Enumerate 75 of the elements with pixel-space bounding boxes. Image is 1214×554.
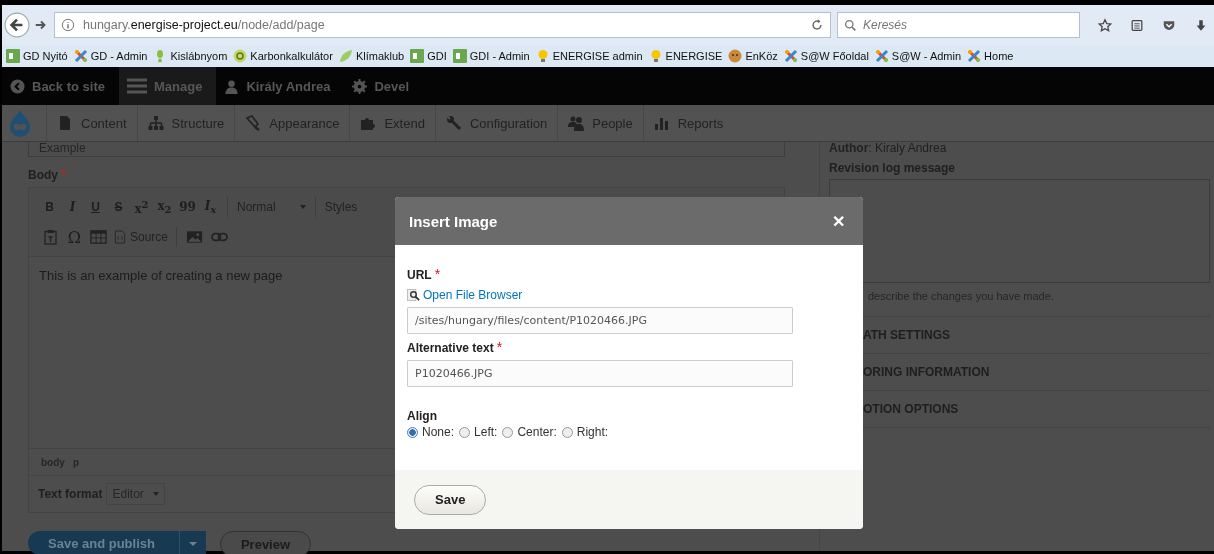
required-mark: * [61, 168, 67, 180]
star-icon[interactable] [1098, 16, 1112, 34]
close-button[interactable]: ✕ [832, 211, 845, 231]
bookmark-link[interactable]: GDI [410, 49, 447, 63]
field-label: URL [407, 268, 432, 282]
bookmark-link[interactable]: GD Nyitó [6, 49, 68, 63]
lightbulb-icon [648, 49, 663, 63]
table-icon[interactable] [90, 229, 107, 245]
code-file-icon [114, 230, 126, 244]
bookmark-link[interactable]: EnKöz [728, 49, 778, 63]
back-icon[interactable] [4, 12, 30, 38]
image-icon[interactable] [186, 229, 204, 245]
save-button[interactable]: Save [414, 484, 487, 515]
menu-icon [127, 78, 147, 94]
bookmark-link[interactable]: S@W Főoldal [783, 49, 869, 63]
bookmark-link[interactable]: S@W - Admin [874, 49, 962, 63]
circle-logo-icon [233, 49, 248, 63]
required-mark: * [434, 268, 441, 280]
bar-chart-icon [653, 115, 670, 131]
bookmark-link[interactable]: Kislábnyom [153, 49, 228, 63]
toolbar-tab[interactable]: Manage [119, 67, 217, 105]
bookmark-link[interactable]: GDI - Admin [452, 49, 530, 63]
cross-logo-icon [783, 49, 798, 63]
option-label: Center: [517, 425, 557, 439]
caret-icon [152, 492, 159, 496]
bookmark-link[interactable]: Home [967, 49, 1014, 63]
user-icon [224, 78, 240, 94]
leaf-icon [338, 49, 353, 63]
radio-button[interactable] [502, 426, 514, 438]
address-bar[interactable]: hungary.energise-project.eu/node/add/page [54, 12, 831, 38]
radio-button[interactable] [407, 426, 418, 438]
option-label: None: [422, 425, 455, 439]
option-label: Left: [474, 425, 498, 439]
dialog-title: Insert Image [409, 212, 498, 230]
cross-logo-icon [874, 49, 889, 63]
toolbar-tab[interactable]: Back to site [2, 67, 119, 105]
square-logo-icon [410, 49, 425, 63]
sitemap-icon [147, 115, 164, 131]
paintbrush-icon [245, 115, 262, 131]
magnifier-icon [407, 288, 420, 302]
toolbar-tab[interactable]: Devel [344, 67, 424, 105]
forward-icon[interactable] [34, 18, 48, 32]
document-icon [57, 115, 73, 131]
bookmark-link[interactable]: Karbonkalkulátor [233, 49, 333, 63]
save-and-publish-button[interactable]: Save and publish [28, 531, 206, 554]
radio-button[interactable] [561, 426, 573, 438]
info-icon[interactable] [61, 18, 75, 32]
bookmark-link[interactable]: ENERGISE [648, 49, 723, 63]
alternative-text-field[interactable]: P1020466.JPG [407, 360, 793, 387]
option-label: Right: [576, 425, 609, 439]
url-field[interactable]: /sites/hungary/files/content/P1020466.JPG [407, 307, 793, 334]
square-logo-icon [6, 49, 20, 63]
required-mark: * [496, 341, 503, 353]
bookmark-link[interactable]: Klímaklub [338, 49, 405, 63]
search-field[interactable]: Keresés [837, 12, 1080, 38]
open-file-browser-link[interactable]: Open File Browser [423, 288, 523, 302]
people-icon [568, 115, 585, 131]
url-text: hungary.energise-project.eu/node/add/page [83, 18, 325, 32]
lightbulb-icon [535, 49, 550, 63]
cross-logo-icon [967, 49, 982, 63]
round-logo-icon [728, 49, 743, 63]
field-label: Alternative text [407, 341, 494, 355]
bookmark-link[interactable]: ENERGISE admin [535, 49, 643, 63]
caret-icon [299, 205, 306, 209]
wrench-icon [445, 115, 462, 131]
square-logo-icon [452, 49, 467, 63]
cross-logo-icon [73, 49, 88, 63]
puzzle-icon [360, 115, 377, 131]
gear-icon [352, 78, 368, 94]
bookmark-link[interactable]: GD - Admin [73, 49, 148, 63]
field-label: Align [407, 409, 438, 423]
radio-button[interactable] [459, 426, 471, 438]
clipboard-icon[interactable] [42, 229, 59, 245]
toolbar-tab[interactable]: Király Andrea [216, 67, 345, 105]
reload-icon[interactable] [810, 18, 824, 32]
